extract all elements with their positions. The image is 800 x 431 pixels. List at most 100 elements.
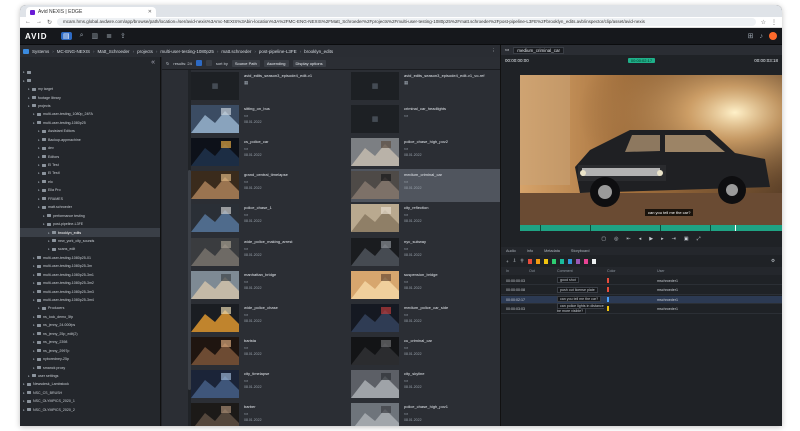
tree-item[interactable]: ▸ matt.schroeder: [20, 203, 160, 211]
bell-icon[interactable]: ♪: [760, 33, 764, 40]
clip-thumbnail[interactable]: [351, 403, 399, 426]
marker-color-swatch[interactable]: [607, 277, 609, 283]
forward-icon[interactable]: →: [36, 19, 42, 25]
clip-thumbnail[interactable]: [351, 204, 399, 233]
clip-tile[interactable]: cu_criminal_car ▭ 08.01.2022: [351, 335, 511, 368]
inspector-tab[interactable]: Info: [527, 249, 533, 253]
breadcrumb-item[interactable]: post-pipeline-L3FE: [259, 49, 297, 54]
timeline-marker[interactable]: [540, 225, 541, 231]
timeline-marker[interactable]: [660, 225, 661, 231]
reload-icon[interactable]: ↻: [47, 19, 52, 26]
marker-comment[interactable]: good shot: [557, 277, 579, 283]
tree-item[interactable]: ▸ NSC_OLYMPICS_2020_2: [20, 406, 160, 414]
marker-color-swatch[interactable]: [551, 258, 556, 264]
clip-tile[interactable]: nyc_subway ▭ 08.01.2022: [351, 236, 511, 269]
tree-item[interactable]: ▸ post-pipeline-L3FE: [20, 220, 160, 228]
tree-item[interactable]: ▸ multi-user-testing-1080p25: [20, 119, 160, 127]
clip-tile[interactable]: city_timelapse ▭ 08.01.2022: [191, 368, 351, 401]
tree-item[interactable]: ▸ ns_lock_demo_5fp: [20, 313, 160, 321]
go-to-end-icon[interactable]: ⇥: [672, 236, 676, 242]
clip-tile[interactable]: city_skyline ▭ 08.01.2022: [351, 368, 511, 401]
marker-comment[interactable]: push out license plate: [557, 286, 598, 293]
close-tab-icon[interactable]: ✕: [148, 9, 152, 15]
marker-color-swatch[interactable]: [583, 258, 588, 264]
tree-item[interactable]: ▸ ns_jenny_2997p: [20, 346, 160, 354]
clip-thumbnail[interactable]: [191, 303, 239, 332]
breadcrumb-item[interactable]: Systems: [32, 49, 49, 54]
clip-thumbnail[interactable]: [351, 303, 399, 332]
user-avatar[interactable]: [769, 32, 777, 40]
tree-item[interactable]: ▸ Editors: [20, 152, 160, 160]
marker-color-swatch[interactable]: [607, 287, 609, 292]
marker-row[interactable]: 00:00:02:17 can you tell me the car? mschr…: [501, 296, 782, 304]
tree-item[interactable]: ▸ footage library: [20, 93, 160, 101]
clip-thumbnail[interactable]: [351, 270, 399, 299]
marker-column-header[interactable]: Comment: [557, 269, 607, 273]
settings-icon[interactable]: ⚙: [771, 258, 775, 264]
grid-icon[interactable]: ⊞: [748, 32, 754, 40]
marker-row[interactable]: 00:00:00:03 good shot mschroeder1: [501, 277, 782, 285]
audio-icon[interactable]: ◎: [614, 236, 618, 242]
grid-view-icon[interactable]: [195, 60, 202, 66]
breadcrumb-item[interactable]: projects: [137, 49, 153, 54]
tree-item[interactable]: ▸ my target: [20, 85, 160, 93]
list-view-icon[interactable]: [205, 60, 212, 66]
clip-thumbnail[interactable]: [191, 369, 239, 398]
tree-item[interactable]: ▸ multi-user-testing-1080p25-3m3: [20, 287, 160, 295]
stack-icon[interactable]: ≣: [106, 32, 112, 40]
tree-item[interactable]: ▸ performance testing: [20, 211, 160, 219]
tree-item[interactable]: ▸ Ella Pro: [20, 186, 160, 194]
marker-comment[interactable]: can you tell me the car?: [557, 296, 602, 302]
tree-item[interactable]: ▸ elo: [20, 178, 160, 186]
marker-column-header[interactable]: Color: [607, 269, 657, 273]
refresh-icon[interactable]: ↻: [166, 61, 169, 66]
tree-item[interactable]: ▸ brooklyn_edits: [20, 228, 160, 237]
layout-icon[interactable]: ▥: [92, 32, 99, 40]
tree-item[interactable]: ▸ nyboredney-25p: [20, 355, 160, 363]
clip-tile[interactable]: grand_central_timelapse ▭ 08.01.2022: [191, 169, 351, 202]
marker-color-swatch[interactable]: [607, 306, 609, 311]
clip-thumbnail[interactable]: ▦: [351, 105, 399, 134]
tree-item[interactable]: ▸ multi-user-testing_1080p_24FA: [20, 110, 160, 118]
clip-tile[interactable]: ▦ avid_edits_season3_episode4_edit-v1_vo-…: [351, 70, 511, 103]
browse-icon[interactable]: ▤: [61, 32, 72, 40]
clip-tile[interactable]: manhattan_bridge ▭ 08.01.2022: [191, 269, 351, 302]
breadcrumb-item[interactable]: brooklyn_edits: [304, 49, 333, 54]
video-frame[interactable]: can you tell me the car?: [520, 75, 782, 225]
star-icon[interactable]: ☆: [761, 19, 766, 26]
marker-color-swatch[interactable]: [543, 258, 548, 264]
tree-item[interactable]: ▸ projects: [20, 102, 160, 110]
url-field[interactable]: mcam.hms.global.avdwre.com/app/browse/pa…: [57, 18, 756, 26]
clip-tile[interactable]: police_chase_high_pov1 ▭ 08.01.2022: [351, 401, 511, 426]
clip-tile[interactable]: ▦ avid_edits_season3_episode4_edit-v1 ▦: [191, 70, 351, 103]
clip-thumbnail[interactable]: [191, 204, 239, 233]
go-to-start-icon[interactable]: ⇤: [627, 236, 631, 242]
clip-tile[interactable]: medium_criminal_car ▭ 08.01.2022: [351, 169, 511, 203]
export-icon[interactable]: ⇩: [513, 258, 517, 264]
tree-item[interactable]: ▸ scans_edit: [20, 245, 160, 253]
clip-thumbnail[interactable]: ▦: [351, 72, 399, 100]
tree-item[interactable]: ▸ ns_jenny_25p_edit(2): [20, 330, 160, 338]
clip-thumbnail[interactable]: [191, 336, 239, 365]
upload-icon[interactable]: ⇪: [120, 32, 126, 40]
tree-item[interactable]: ▸ user settings: [20, 372, 160, 380]
timeline-marker[interactable]: [590, 225, 591, 231]
clip-tile[interactable]: barber ▭ 08.01.2022: [191, 401, 351, 426]
marker-color-swatch[interactable]: [591, 258, 596, 264]
clip-thumbnail[interactable]: [191, 171, 239, 200]
clip-tile[interactable]: police_chase_1 ▭ 08.01.2022: [191, 202, 351, 235]
tree-item[interactable]: ▸ Backup-appmachine: [20, 136, 160, 144]
tree-item[interactable]: ▸ Producers: [20, 304, 160, 312]
menu-icon[interactable]: ⋮: [771, 19, 777, 26]
clip-tile[interactable]: sitting_on_bus ▭ 08.01.2022: [191, 103, 351, 136]
tree-item[interactable]: ▸ multi-user-testing-1080p25-3m2: [20, 279, 160, 287]
clip-tile[interactable]: police_chase_high_pov2 ▭ 08.01.2022: [351, 136, 511, 169]
marker-color-swatch[interactable]: [559, 258, 564, 264]
clip-thumbnail[interactable]: [191, 270, 239, 299]
sort-select[interactable]: Source Path: [231, 59, 260, 67]
marker-column-header[interactable]: Out: [529, 269, 557, 273]
mark-out-icon[interactable]: ▣: [684, 236, 689, 242]
marker-column-header[interactable]: In: [501, 269, 529, 273]
filter-icon[interactable]: ⚲: [520, 258, 523, 264]
marker-color-swatch[interactable]: [607, 296, 609, 302]
